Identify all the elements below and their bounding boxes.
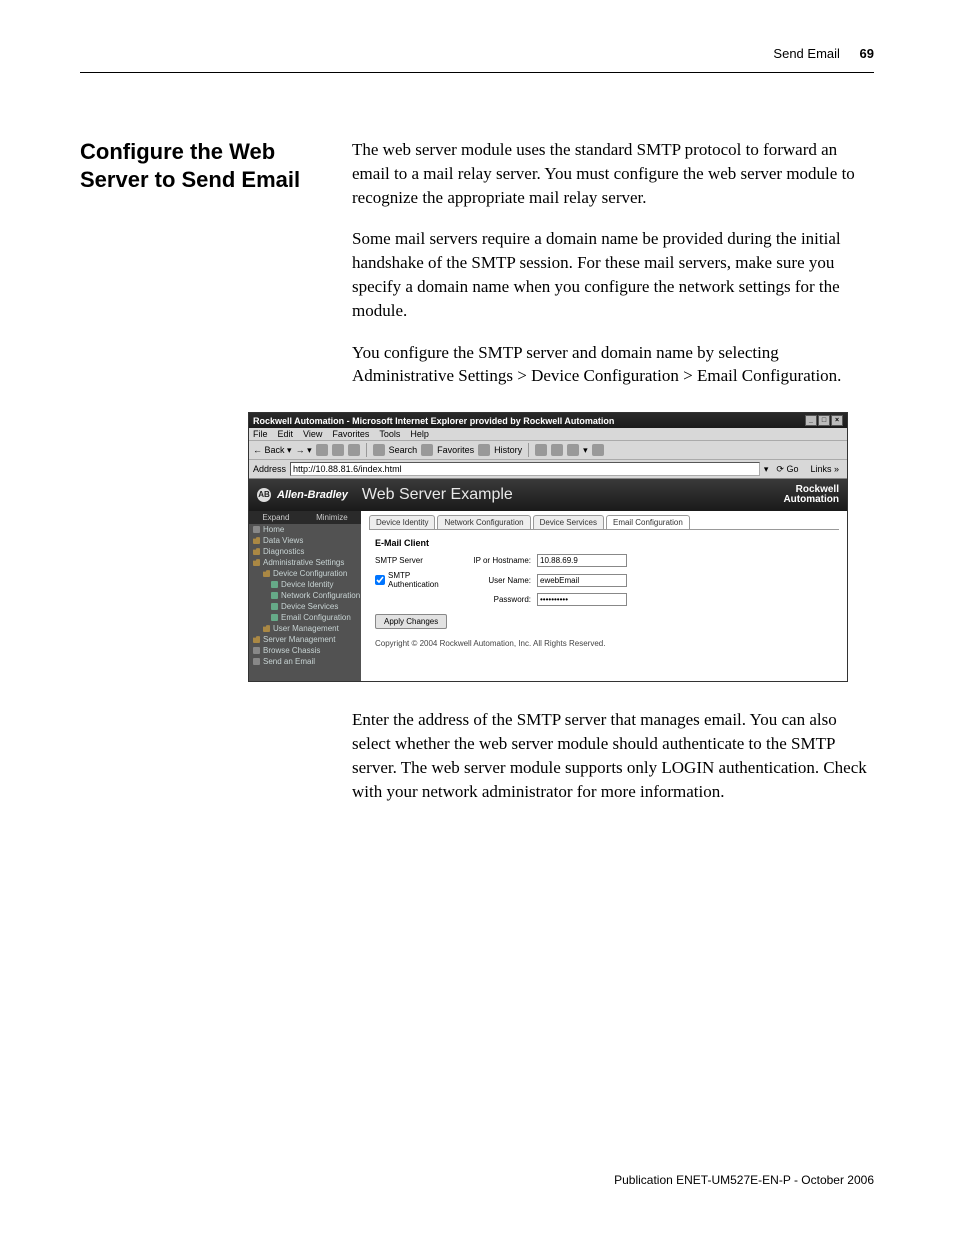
back-button[interactable]: ← Back ▾: [253, 445, 292, 456]
main-panel: Device Identity Network Configuration De…: [361, 511, 847, 681]
page-number: 69: [860, 46, 874, 61]
menu-help[interactable]: Help: [410, 429, 429, 439]
tab-device-services[interactable]: Device Services: [533, 515, 604, 529]
sidebar-expand[interactable]: Expand: [262, 513, 289, 522]
tab-network-configuration[interactable]: Network Configuration: [437, 515, 530, 529]
sidebar-item-device-services[interactable]: Device Services: [249, 601, 361, 612]
refresh-icon[interactable]: [332, 444, 344, 456]
sidebar-item-browse-chassis[interactable]: Browse Chassis: [249, 645, 361, 656]
sidebar-item-device-configuration[interactable]: Device Configuration: [249, 568, 361, 579]
section-heading: Configure the Web Server to Send Email: [80, 138, 328, 406]
menu-favorites[interactable]: Favorites: [332, 429, 369, 439]
browser-toolbar: ← Back ▾ → ▾ Search Favorites History ▾: [249, 441, 847, 460]
favorites-button[interactable]: Favorites: [437, 445, 474, 455]
paragraph-1: The web server module uses the standard …: [352, 138, 874, 209]
minimize-button[interactable]: _: [805, 415, 817, 426]
smtp-auth-checkbox[interactable]: [375, 575, 385, 585]
links-label[interactable]: Links »: [806, 464, 843, 474]
maximize-button[interactable]: □: [818, 415, 830, 426]
menu-tools[interactable]: Tools: [379, 429, 400, 439]
browser-titlebar: Rockwell Automation - Microsoft Internet…: [249, 413, 847, 428]
edit-icon[interactable]: [567, 444, 579, 456]
password-label: Password:: [467, 595, 531, 604]
sidebar-item-user-management[interactable]: User Management: [249, 623, 361, 634]
toolbar-separator: [366, 443, 367, 457]
ra-line2: Automation: [783, 495, 839, 505]
go-button[interactable]: ⟳ Go: [772, 464, 802, 475]
smtp-auth-label: SMTP Authentication: [388, 571, 461, 589]
app-title: Web Server Example: [362, 486, 513, 504]
forward-button[interactable]: → ▾: [296, 445, 312, 456]
browser-window: Rockwell Automation - Microsoft Internet…: [248, 412, 848, 682]
print-icon[interactable]: [551, 444, 563, 456]
sidebar-item-diagnostics[interactable]: Diagnostics: [249, 546, 361, 557]
sidebar-item-administrative-settings[interactable]: Administrative Settings: [249, 557, 361, 568]
brand-name: Allen-Bradley: [277, 489, 348, 501]
search-icon[interactable]: [373, 444, 385, 456]
address-label: Address: [253, 464, 286, 474]
sidebar-item-server-management[interactable]: Server Management: [249, 634, 361, 645]
paragraph-2: Some mail servers require a domain name …: [352, 227, 874, 322]
browser-menubar: File Edit View Favorites Tools Help: [249, 428, 847, 441]
section-title: Send Email: [773, 46, 839, 61]
smtp-server-label: SMTP Server: [375, 556, 461, 565]
ab-logo-icon: AB: [257, 488, 271, 502]
email-config-panel: E-Mail Client SMTP Server IP or Hostname…: [369, 529, 839, 654]
username-input[interactable]: [537, 574, 627, 587]
sidebar-item-network-configuration[interactable]: Network Configuration: [249, 590, 361, 601]
copyright-text: Copyright © 2004 Rockwell Automation, In…: [375, 639, 833, 648]
history-icon[interactable]: [478, 444, 490, 456]
discuss-icon[interactable]: [592, 444, 604, 456]
close-button[interactable]: ×: [831, 415, 843, 426]
app-header: AB Allen-Bradley Web Server Example Rock…: [249, 479, 847, 511]
sidebar-item-device-identity[interactable]: Device Identity: [249, 579, 361, 590]
menu-view[interactable]: View: [303, 429, 322, 439]
tab-email-configuration[interactable]: Email Configuration: [606, 515, 690, 529]
toolbar-separator: [528, 443, 529, 457]
address-dropdown-icon[interactable]: ▾: [764, 464, 769, 475]
sidebar: Expand Minimize HomeData ViewsDiagnostic…: [249, 511, 361, 681]
stop-icon[interactable]: [316, 444, 328, 456]
browser-addressbar: Address ▾ ⟳ Go Links »: [249, 460, 847, 479]
header-rule: [80, 72, 874, 73]
paragraph-3: You configure the SMTP server and domain…: [352, 341, 874, 389]
window-title: Rockwell Automation - Microsoft Internet…: [253, 416, 614, 426]
dropdown-icon[interactable]: ▾: [583, 445, 588, 456]
smtp-server-input[interactable]: [537, 554, 627, 567]
history-button[interactable]: History: [494, 445, 522, 455]
search-button[interactable]: Search: [389, 445, 418, 455]
sidebar-item-home[interactable]: Home: [249, 524, 361, 535]
username-label: User Name:: [467, 576, 531, 585]
publication-footer: Publication ENET-UM527E-EN-P - October 2…: [614, 1173, 874, 1187]
form-title: E-Mail Client: [375, 538, 833, 548]
embedded-screenshot: Rockwell Automation - Microsoft Internet…: [248, 412, 848, 682]
favorites-icon[interactable]: [421, 444, 433, 456]
password-input[interactable]: [537, 593, 627, 606]
menu-file[interactable]: File: [253, 429, 268, 439]
ip-hostname-label: IP or Hostname:: [467, 556, 531, 565]
rockwell-logo: Rockwell Automation: [783, 485, 839, 505]
sidebar-item-data-views[interactable]: Data Views: [249, 535, 361, 546]
page-header: Send Email 69: [773, 46, 874, 61]
address-input[interactable]: [290, 462, 760, 476]
window-controls: _ □ ×: [805, 415, 843, 426]
tab-device-identity[interactable]: Device Identity: [369, 515, 435, 529]
home-icon[interactable]: [348, 444, 360, 456]
content-area: Configure the Web Server to Send Email T…: [80, 138, 874, 803]
sidebar-item-email-configuration[interactable]: Email Configuration: [249, 612, 361, 623]
apply-changes-button[interactable]: Apply Changes: [375, 614, 447, 629]
sidebar-minimize[interactable]: Minimize: [316, 513, 348, 522]
mail-icon[interactable]: [535, 444, 547, 456]
sidebar-item-send-an-email[interactable]: Send an Email: [249, 656, 361, 667]
menu-edit[interactable]: Edit: [278, 429, 294, 439]
paragraph-4: Enter the address of the SMTP server tha…: [352, 708, 874, 803]
